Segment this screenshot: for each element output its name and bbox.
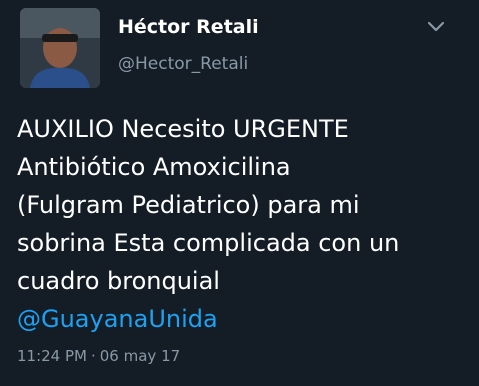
tweet-text-line: sobrina Esta complicada con un xyxy=(17,229,400,257)
avatar-photo xyxy=(20,8,100,88)
tweet-text-line: (Fulgram Pediatrico) para mi xyxy=(17,191,360,219)
tweet-text-line: AUXILIO Necesito URGENTE xyxy=(17,115,349,143)
author-display-name[interactable]: Héctor Retali xyxy=(118,16,259,38)
tweet-text: AUXILIO Necesito URGENTE Antibiótico Amo… xyxy=(17,110,472,338)
tweet-card: Héctor Retali @Hector_Retali AUXILIO Nec… xyxy=(0,0,479,386)
tweet-text-line: cuadro bronquial xyxy=(17,267,220,295)
mention-link[interactable]: @GuayanaUnida xyxy=(17,300,472,338)
tweet-date: 06 may 17 xyxy=(99,347,181,365)
tweet-text-line: Antibiótico Amoxicilina xyxy=(17,153,291,181)
author-handle[interactable]: @Hector_Retali xyxy=(118,54,248,74)
author-avatar[interactable] xyxy=(20,8,100,88)
chevron-down-icon[interactable] xyxy=(424,16,448,36)
tweet-timestamp[interactable]: 11:24 PM · 06 may 17 xyxy=(17,347,180,365)
timestamp-separator: · xyxy=(90,347,96,365)
tweet-time: 11:24 PM xyxy=(17,347,87,365)
